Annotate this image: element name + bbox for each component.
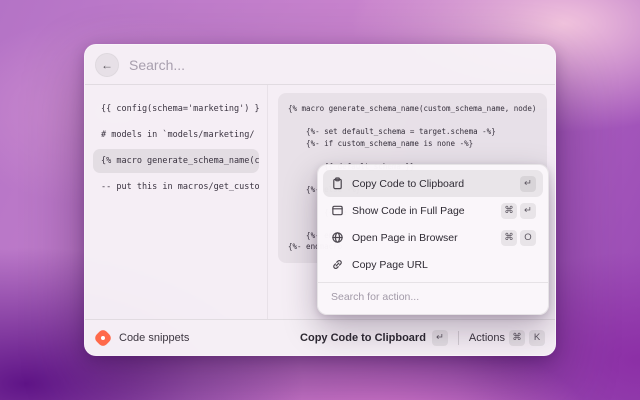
enter-keycap: ↵	[431, 329, 448, 346]
snippet-list: {{ config(schema='marketing') }} sel... …	[85, 85, 267, 319]
primary-action-button[interactable]: Copy Code to Clipboard ↵	[300, 329, 448, 346]
app-name: Code snippets	[119, 331, 190, 344]
action-search-input[interactable]	[323, 283, 543, 309]
launcher-window: ← {{ config(schema='marketing') }} sel..…	[84, 44, 556, 356]
actions-label: Actions	[468, 331, 505, 344]
status-bar: Code snippets Copy Code to Clipboard ↵ A…	[85, 319, 555, 355]
list-item-selected[interactable]: {% macro generate_schema_name(c...	[93, 149, 259, 173]
footer-divider	[457, 330, 459, 345]
cmd-keycap: ⌘	[509, 329, 525, 346]
globe-icon	[330, 231, 344, 245]
cmd-keycap: ⌘	[501, 229, 517, 246]
list-item-label: # models in `models/marketing/ will...	[101, 130, 259, 140]
action-item-copy-url[interactable]: Copy Page URL	[323, 251, 543, 278]
window-body: {{ config(schema='marketing') }} sel... …	[85, 85, 555, 319]
enter-keycap: ↵	[520, 202, 536, 219]
link-icon	[330, 258, 344, 272]
search-input[interactable]	[129, 56, 545, 73]
k-keycap: K	[529, 329, 545, 346]
action-label: Open Page in Browser	[352, 231, 458, 244]
action-item-copy-code[interactable]: Copy Code to Clipboard ↵	[323, 170, 543, 197]
action-label: Show Code in Full Page	[352, 204, 465, 217]
action-label: Copy Code to Clipboard	[352, 177, 465, 190]
list-item-label: -- put this in macros/get_custom_sc...	[101, 182, 259, 192]
list-item[interactable]: -- put this in macros/get_custom_sc...	[93, 175, 259, 199]
list-item-label: {{ config(schema='marketing') }} sel...	[101, 104, 259, 114]
back-icon: ←	[101, 57, 113, 72]
action-item-show-full-page[interactable]: Show Code in Full Page ⌘ ↵	[323, 197, 543, 224]
clipboard-icon	[330, 177, 344, 191]
actions-menu-button[interactable]: Actions ⌘ K	[468, 329, 545, 346]
o-keycap: O	[520, 229, 536, 246]
enter-keycap: ↵	[520, 175, 536, 192]
actions-panel: Copy Code to Clipboard ↵ Show Code in Fu…	[317, 164, 549, 315]
list-item-label: {% macro generate_schema_name(c...	[101, 156, 259, 166]
search-header: ←	[85, 45, 555, 85]
window-icon	[330, 204, 344, 218]
primary-action-label: Copy Code to Clipboard	[300, 331, 426, 344]
list-item[interactable]: # models in `models/marketing/ will...	[93, 123, 259, 147]
list-item[interactable]: {{ config(schema='marketing') }} sel...	[93, 97, 259, 121]
action-item-open-browser[interactable]: Open Page in Browser ⌘ O	[323, 224, 543, 251]
cmd-keycap: ⌘	[501, 202, 517, 219]
back-button[interactable]: ←	[95, 52, 119, 77]
dbt-app-icon	[93, 327, 113, 348]
action-label: Copy Page URL	[352, 258, 428, 271]
